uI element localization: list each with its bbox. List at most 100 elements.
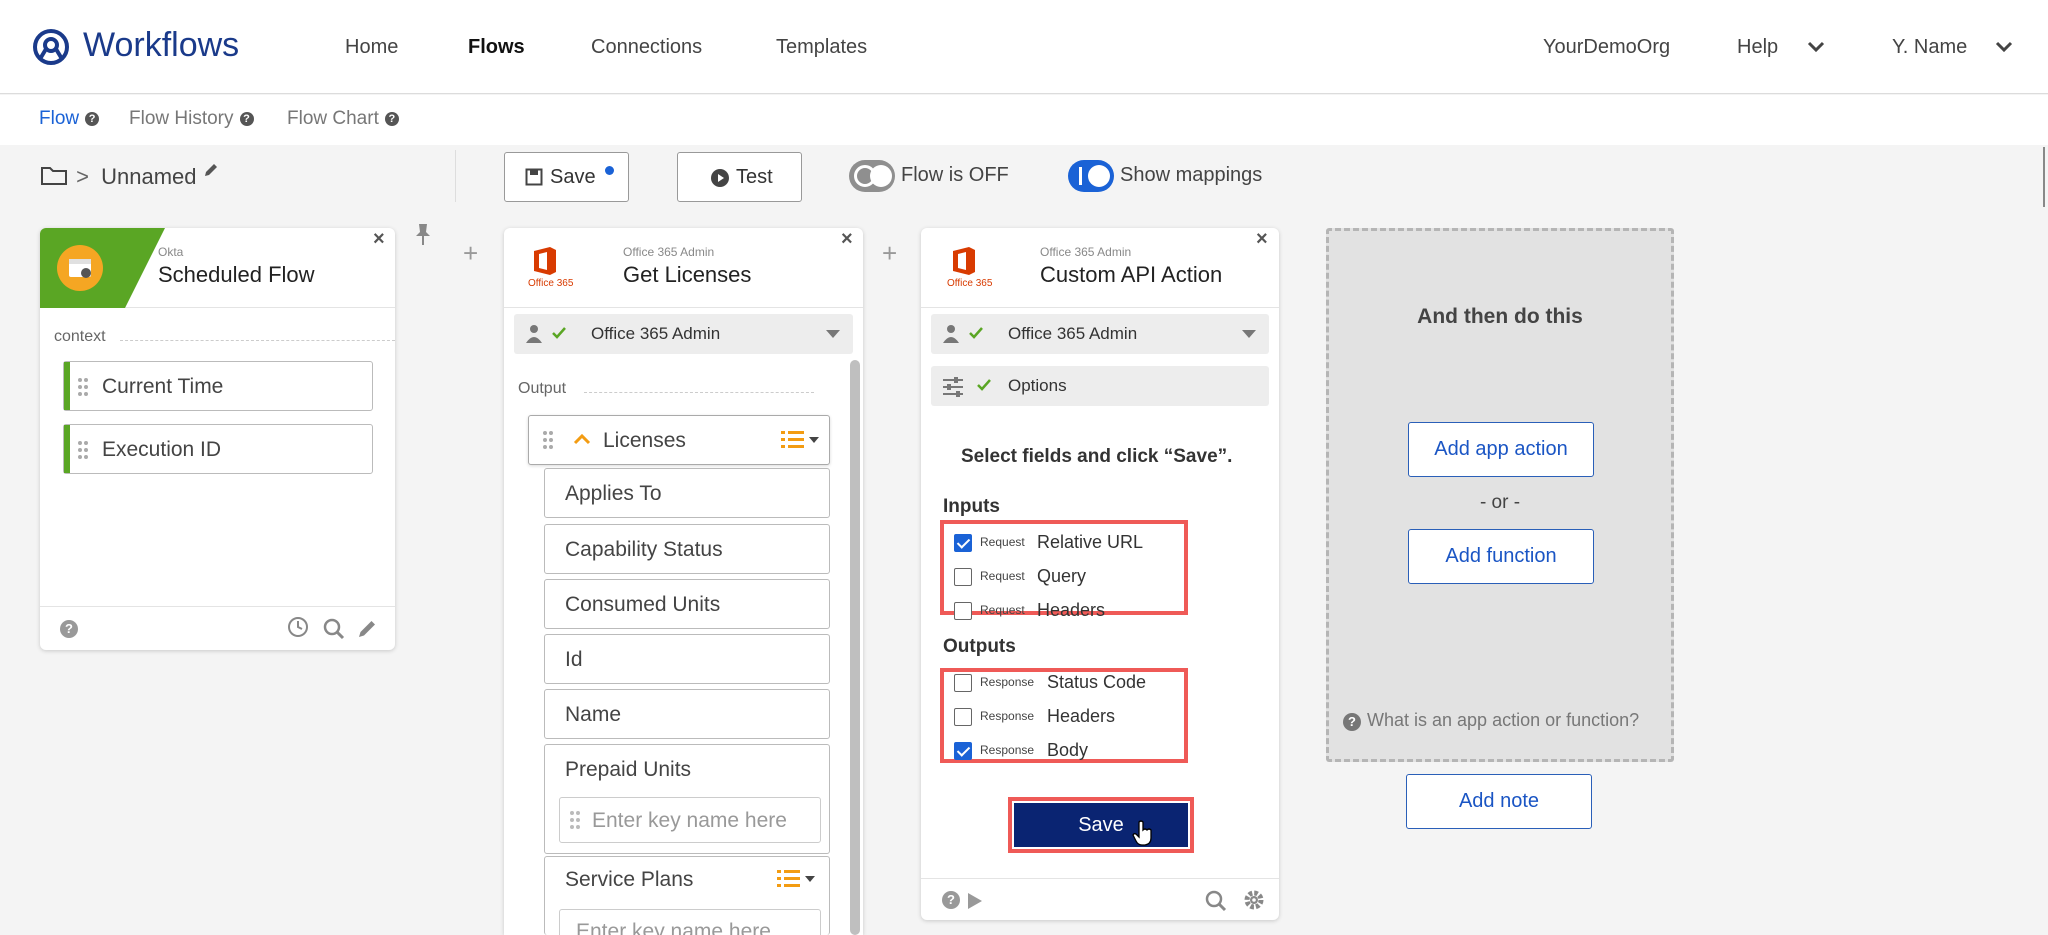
folder-icon[interactable]: [40, 164, 68, 186]
flow-name[interactable]: Unnamed: [101, 164, 196, 189]
status-code-label[interactable]: Status Code: [1047, 672, 1146, 693]
dropdown-caret-icon[interactable]: [1242, 330, 1256, 339]
search-icon[interactable]: [1205, 890, 1227, 912]
licenses-list-field[interactable]: Licenses: [528, 415, 830, 465]
response-headers-label[interactable]: Headers: [1047, 706, 1115, 727]
add-function-button[interactable]: Add function: [1408, 529, 1594, 584]
connection-selector[interactable]: Office 365 Admin: [931, 314, 1269, 354]
help-icon[interactable]: ?: [85, 112, 100, 126]
card-title[interactable]: Get Licenses: [623, 262, 751, 288]
add-step-plus-icon[interactable]: +: [463, 238, 478, 269]
pencil-icon[interactable]: [356, 618, 378, 640]
sliders-icon: [943, 377, 963, 397]
help-chevron-down-icon[interactable]: [1806, 40, 1826, 54]
help-icon[interactable]: ?: [239, 112, 254, 126]
field-label: Consumed Units: [565, 593, 721, 616]
user-icon: [943, 325, 959, 343]
tab-flow-history[interactable]: Flow History?: [129, 108, 254, 130]
request-tag: Request: [980, 569, 1025, 583]
response-tag: Response: [980, 709, 1035, 723]
save-fields-button[interactable]: Save: [1014, 803, 1188, 847]
field-prepaid-units[interactable]: Prepaid Units Enter key name here: [544, 744, 830, 854]
field-service-plans[interactable]: Service Plans Enter key name here: [544, 856, 830, 935]
inputs-label: Inputs: [943, 496, 1000, 517]
drag-handle-icon[interactable]: [78, 378, 88, 396]
close-icon[interactable]: ×: [841, 228, 853, 251]
card-header: Office 365 Office 365 Admin Get Licenses…: [504, 228, 863, 308]
request-headers-label[interactable]: Headers: [1037, 600, 1105, 621]
user-chevron-down-icon[interactable]: [1994, 40, 2014, 54]
drag-handle-icon[interactable]: [543, 431, 553, 449]
help-icon[interactable]: ?: [60, 620, 78, 638]
field-execution-id[interactable]: Execution ID: [63, 424, 373, 474]
test-button[interactable]: Test: [677, 152, 802, 202]
field-name[interactable]: Name: [544, 689, 830, 739]
tab-flow[interactable]: Flow?: [39, 108, 100, 130]
calendar-icon: [57, 245, 103, 291]
checkbox-body[interactable]: [954, 742, 972, 760]
search-icon[interactable]: [323, 618, 345, 640]
nav-flows[interactable]: Flows: [468, 36, 525, 59]
card-header: Okta Scheduled Flow ×: [40, 228, 395, 308]
help-icon[interactable]: ?: [942, 891, 960, 909]
list-type-icon[interactable]: [781, 430, 823, 450]
play-icon[interactable]: [967, 892, 983, 910]
field-label: Prepaid Units: [565, 758, 692, 781]
pencil-icon[interactable]: [203, 162, 219, 178]
field-capability-status[interactable]: Capability Status: [544, 524, 830, 574]
drag-handle-icon[interactable]: [570, 811, 580, 829]
field-label: Capability Status: [565, 538, 723, 561]
card-title[interactable]: Scheduled Flow: [158, 262, 315, 288]
nav-connections[interactable]: Connections: [591, 36, 702, 59]
app-title[interactable]: Workflows: [83, 26, 239, 65]
options-selector[interactable]: Options: [931, 366, 1269, 406]
checkbox-request-headers[interactable]: [954, 602, 972, 620]
close-icon[interactable]: ×: [1256, 228, 1268, 251]
play-icon: [711, 169, 729, 187]
pin-icon[interactable]: [414, 222, 432, 246]
add-app-action-button[interactable]: Add app action: [1408, 422, 1594, 477]
chevron-up-icon[interactable]: [573, 433, 591, 445]
divider: [120, 340, 395, 341]
dropdown-caret-icon[interactable]: [826, 330, 840, 339]
app-action-help-link[interactable]: ? What is an app action or function?: [1343, 710, 1639, 731]
key-name-input[interactable]: Enter key name here: [559, 797, 821, 843]
nav-home[interactable]: Home: [345, 36, 398, 59]
checkbox-query[interactable]: [954, 568, 972, 586]
scrollbar[interactable]: [850, 360, 860, 935]
flow-on-off-toggle[interactable]: [849, 160, 895, 192]
card-title[interactable]: Custom API Action: [1040, 262, 1222, 288]
drag-handle-icon[interactable]: [78, 441, 88, 459]
workflows-logo-icon: [33, 29, 69, 65]
query-label[interactable]: Query: [1037, 566, 1086, 587]
gear-icon[interactable]: [1243, 889, 1265, 911]
show-mappings-toggle[interactable]: [1068, 160, 1114, 192]
help-icon[interactable]: ?: [384, 112, 399, 126]
field-consumed-units[interactable]: Consumed Units: [544, 579, 830, 629]
page-scrollbar[interactable]: [2043, 147, 2045, 207]
nav-user[interactable]: Y. Name: [1892, 36, 1967, 59]
close-icon[interactable]: ×: [373, 228, 385, 251]
connection-selector[interactable]: Office 365 Admin: [514, 314, 853, 354]
field-id[interactable]: Id: [544, 634, 830, 684]
add-note-button[interactable]: Add note: [1406, 774, 1592, 829]
tab-flow-chart[interactable]: Flow Chart?: [287, 108, 399, 130]
field-applies-to[interactable]: Applies To: [544, 468, 830, 518]
checkbox-status-code[interactable]: [954, 674, 972, 692]
checkbox-response-headers[interactable]: [954, 708, 972, 726]
add-step-plus-icon[interactable]: +: [882, 238, 897, 269]
history-clock-icon[interactable]: [287, 616, 309, 638]
body-label[interactable]: Body: [1047, 740, 1088, 761]
field-current-time[interactable]: Current Time: [63, 361, 373, 411]
nav-templates[interactable]: Templates: [776, 36, 867, 59]
relative-url-label[interactable]: Relative URL: [1037, 532, 1143, 553]
response-tag: Response: [980, 675, 1035, 689]
nav-help[interactable]: Help: [1737, 36, 1778, 59]
list-type-icon[interactable]: [777, 869, 819, 889]
card-vendor: Office 365 Admin: [623, 245, 715, 259]
save-flow-button[interactable]: Save: [504, 152, 629, 202]
key-name-input[interactable]: Enter key name here: [559, 909, 821, 935]
nav-org[interactable]: YourDemoOrg: [1543, 36, 1670, 59]
checkbox-relative-url[interactable]: [954, 534, 972, 552]
next-step-heading: And then do this: [1417, 305, 1583, 328]
